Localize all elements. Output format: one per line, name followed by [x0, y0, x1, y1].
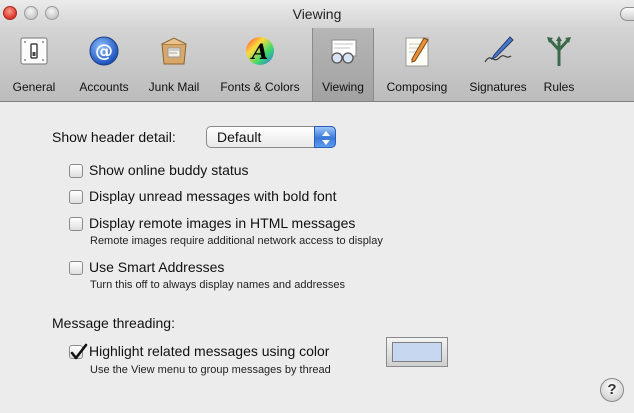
toolbar-rules[interactable]: Rules	[536, 28, 582, 101]
remote-images-label: Display remote images in HTML messages	[89, 215, 356, 231]
buddy-status-label: Show online buddy status	[89, 162, 249, 178]
toolbar-junk-mail-label: Junk Mail	[148, 80, 200, 94]
toolbar-toggle-button[interactable]	[620, 7, 634, 21]
composing-pencil-icon	[405, 37, 429, 67]
toolbar-fonts-colors-label: Fonts & Colors	[220, 80, 300, 94]
highlight-color-swatch	[392, 342, 442, 362]
svg-text:A: A	[250, 39, 268, 64]
viewing-preferences-pane: Show header detail: Default Show online …	[0, 102, 634, 413]
title-bar: Viewing	[0, 0, 634, 28]
bold-unread-checkbox[interactable]	[69, 190, 83, 204]
header-detail-label: Show header detail:	[52, 129, 176, 145]
highlight-color-well[interactable]	[386, 337, 448, 367]
toolbar-viewing-label: Viewing	[322, 80, 364, 94]
preferences-window: Viewing General @ Accounts Junk Mail A F…	[0, 0, 634, 413]
remote-images-note: Remote images require additional network…	[90, 235, 383, 247]
message-threading-heading: Message threading:	[52, 315, 175, 331]
signature-pen-icon	[484, 36, 514, 63]
fonts-colors-icon: A	[246, 37, 274, 65]
help-button[interactable]: ?	[600, 378, 624, 402]
general-switch-icon	[20, 37, 48, 65]
toolbar-accounts[interactable]: @ Accounts	[68, 28, 140, 101]
viewing-glasses-icon	[331, 39, 357, 64]
highlight-related-checkbox[interactable]	[69, 343, 88, 360]
header-detail-popup[interactable]: Default	[206, 126, 336, 148]
toolbar-general-label: General	[12, 80, 56, 94]
window-title: Viewing	[292, 6, 342, 22]
svg-text:@: @	[95, 41, 113, 62]
buddy-status-checkbox[interactable]	[69, 164, 83, 178]
smart-addresses-checkbox[interactable]	[69, 261, 83, 275]
toolbar-composing-label: Composing	[386, 80, 448, 94]
popup-arrows-icon	[314, 126, 336, 148]
highlight-related-note: Use the View menu to group messages by t…	[90, 364, 331, 376]
toolbar-general[interactable]: General	[0, 28, 68, 101]
toolbar-fonts-colors[interactable]: A Fonts & Colors	[208, 28, 312, 101]
junk-mail-icon	[161, 37, 187, 65]
toolbar-accounts-label: Accounts	[79, 80, 129, 94]
toolbar-signatures[interactable]: Signatures	[460, 28, 536, 101]
toolbar-composing[interactable]: Composing	[374, 28, 460, 101]
preferences-toolbar: General @ Accounts Junk Mail A Fonts & C…	[0, 28, 634, 102]
toolbar-junk-mail[interactable]: Junk Mail	[140, 28, 208, 101]
highlight-related-label: Highlight related messages using color	[89, 343, 330, 359]
toolbar-signatures-label: Signatures	[469, 80, 527, 94]
header-detail-value: Default	[217, 129, 262, 145]
at-sign-icon: @	[89, 36, 119, 66]
remote-images-checkbox[interactable]	[69, 217, 83, 231]
checkmark-icon	[70, 343, 88, 360]
toolbar-viewing[interactable]: Viewing	[312, 28, 374, 101]
smart-addresses-note: Turn this off to always display names an…	[90, 279, 345, 291]
bold-unread-label: Display unread messages with bold font	[89, 188, 337, 204]
smart-addresses-label: Use Smart Addresses	[89, 259, 225, 275]
rules-arrows-icon	[547, 36, 571, 66]
toolbar-rules-label: Rules	[543, 80, 575, 94]
